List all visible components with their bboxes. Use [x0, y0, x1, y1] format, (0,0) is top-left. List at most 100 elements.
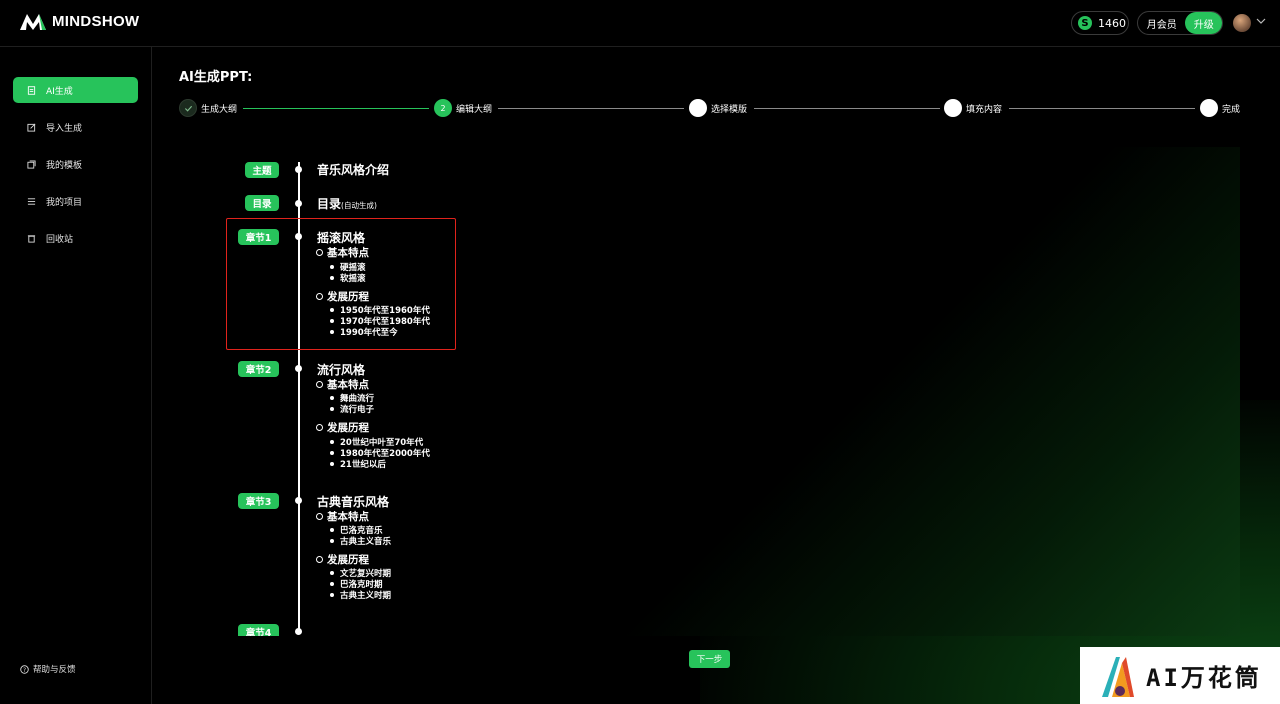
step-finish[interactable]: 完成 [1200, 99, 1240, 117]
sidebar-item-projects[interactable]: 我的项目 [13, 188, 138, 214]
chapter-title[interactable]: 古典音乐风格 [317, 493, 389, 510]
list-item[interactable]: 古典主义时期 [330, 589, 391, 601]
section-title[interactable]: 发展历程 [316, 552, 369, 567]
step-connector [243, 108, 429, 109]
sidebar-item-label: 我的项目 [46, 197, 83, 208]
credits-badge[interactable]: S 1460 [1071, 11, 1129, 35]
help-label: 帮助与反馈 [33, 665, 76, 675]
section-label: 基本特点 [327, 247, 369, 259]
chapter-title[interactable]: 流行风格 [317, 361, 365, 378]
sidebar-item-ai-generate[interactable]: AI生成 [13, 77, 138, 103]
import-icon [27, 123, 36, 132]
bullet-icon [330, 396, 334, 400]
logo[interactable]: MINDSHOW [20, 12, 139, 30]
section-title[interactable]: 发展历程 [316, 289, 369, 304]
topic-tag: 主题 [245, 162, 279, 178]
list-item[interactable]: 软摇滚 [330, 272, 366, 284]
timeline-dot [295, 233, 302, 240]
avatar[interactable] [1233, 14, 1251, 32]
circle-icon [316, 293, 323, 300]
page-title: AI生成PPT: [179, 70, 253, 85]
topic-title[interactable]: 音乐风格介绍 [317, 161, 389, 178]
list-item-label: 软摇滚 [340, 274, 366, 284]
toc-title[interactable]: 目录(自动生成) [317, 195, 377, 212]
watermark: AI万花筒 [1080, 647, 1280, 704]
section-label: 基本特点 [327, 379, 369, 391]
sidebar-item-templates[interactable]: 我的模板 [13, 151, 138, 177]
step-connector [498, 108, 684, 109]
chapter-title[interactable]: 摇滚风格 [317, 229, 365, 246]
watermark-logo-icon [1102, 656, 1134, 697]
step-connector [754, 108, 940, 109]
next-step-button[interactable]: 下一步 [689, 650, 730, 668]
bullet-icon [330, 308, 334, 312]
upgrade-button[interactable]: 升级 [1185, 12, 1222, 34]
timeline-dot [295, 365, 302, 372]
credits-count: 1460 [1098, 16, 1126, 30]
sidebar: AI生成 导入生成 我的模板 我的项目 回收站 ? 帮助与反馈 [0, 47, 152, 704]
list-item-label: 古典主义时期 [340, 591, 392, 601]
list-item[interactable]: 古典主义音乐 [330, 535, 391, 547]
template-icon [27, 159, 36, 169]
app-window: MINDSHOW S 1460 月会员 升级 AI生成 导入生成 我的模板 我的… [0, 0, 1280, 704]
bullet-icon [330, 407, 334, 411]
bullet-icon [330, 451, 334, 455]
sidebar-item-import[interactable]: 导入生成 [13, 114, 138, 140]
bullet-icon [330, 265, 334, 269]
step-select-template[interactable]: 选择模版 [689, 99, 747, 117]
timeline-dot [295, 166, 302, 173]
circle-icon [316, 513, 323, 520]
section-label: 发展历程 [327, 554, 369, 566]
list-item[interactable]: 1990年代至今 [330, 326, 398, 338]
chevron-down-icon[interactable] [1256, 16, 1266, 26]
circle-icon [316, 249, 323, 256]
logo-mark-icon [20, 14, 46, 30]
bullet-icon [330, 330, 334, 334]
step-label: 填充内容 [966, 104, 1003, 115]
toc-label: 目录 [317, 197, 342, 211]
step-number: 2 [434, 99, 452, 117]
bullet-icon [330, 539, 334, 543]
bullet-icon [330, 593, 334, 597]
step-edit-outline[interactable]: 2 编辑大纲 [434, 99, 492, 117]
step-connector [1009, 108, 1195, 109]
step-fill-content[interactable]: 填充内容 [944, 99, 1002, 117]
list-item-label: 1990年代至今 [340, 328, 398, 338]
circle-icon [316, 556, 323, 563]
list-icon [27, 197, 36, 205]
list-item-label: 21世纪以后 [340, 460, 386, 470]
list-item[interactable]: 21世纪以后 [330, 458, 386, 470]
list-item[interactable]: 流行电子 [330, 403, 374, 415]
document-icon [27, 85, 36, 95]
coin-icon: S [1078, 16, 1092, 30]
toc-tag: 目录 [245, 195, 279, 211]
step-generate-outline[interactable]: 生成大纲 [179, 99, 237, 117]
section-title[interactable]: 基本特点 [316, 245, 369, 260]
progress-stepper: 生成大纲 2 编辑大纲 选择模版 填充内容 完成 [179, 99, 1240, 119]
membership-badge: 月会员 升级 [1137, 11, 1223, 35]
list-item-label: 古典主义音乐 [340, 537, 392, 547]
section-title[interactable]: 基本特点 [316, 377, 369, 392]
section-title[interactable]: 基本特点 [316, 509, 369, 524]
circle-icon [316, 381, 323, 388]
bullet-icon [330, 582, 334, 586]
step-label: 选择模版 [711, 104, 748, 115]
step-marker [689, 99, 707, 117]
sidebar-item-label: 我的模板 [46, 160, 83, 171]
step-label: 生成大纲 [201, 104, 238, 115]
sidebar-item-label: 导入生成 [46, 123, 83, 134]
sidebar-item-trash[interactable]: 回收站 [13, 225, 138, 251]
step-label: 完成 [1222, 104, 1241, 115]
help-feedback-link[interactable]: ? 帮助与反馈 [20, 663, 76, 675]
section-label: 发展历程 [327, 291, 369, 303]
timeline-dot [295, 497, 302, 504]
toc-note: (自动生成) [341, 201, 377, 210]
chapter-tag: 章节3 [238, 493, 279, 509]
list-item-label: 流行电子 [340, 405, 375, 415]
timeline-dot [295, 628, 302, 635]
timeline-dot [295, 200, 302, 207]
chapter-tag: 章节2 [238, 361, 279, 377]
watermark-text: AI万花筒 [1146, 664, 1262, 692]
bullet-icon [330, 276, 334, 280]
section-title[interactable]: 发展历程 [316, 420, 369, 435]
